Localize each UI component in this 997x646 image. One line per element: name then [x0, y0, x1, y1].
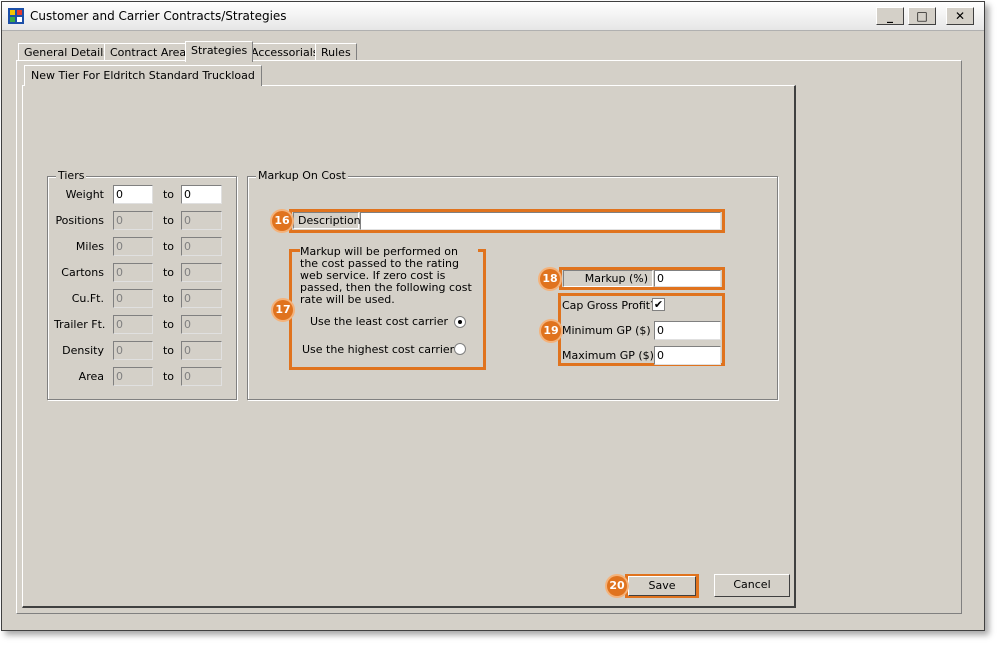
cap-gross-profit-label: Cap Gross Profit?: [562, 299, 656, 312]
min-gp-input[interactable]: [654, 321, 721, 340]
cap-gross-profit-checkbox[interactable]: ✔: [652, 298, 665, 311]
tier-from-input[interactable]: [113, 289, 153, 308]
tier-to-input[interactable]: [181, 315, 222, 334]
markup-legend: Markup On Cost: [256, 169, 348, 182]
tier-label: Cu.Ft.: [71, 292, 104, 305]
tier-to-label: to: [162, 240, 174, 253]
tier-to-label: to: [162, 344, 174, 357]
radio-selected-dot: [458, 320, 462, 324]
callout-badge-18: 18: [540, 269, 560, 289]
tier-to-input[interactable]: [181, 185, 222, 204]
callout-badge-16: 16: [272, 211, 292, 231]
description-input[interactable]: [360, 212, 721, 230]
tier-to-input[interactable]: [181, 341, 222, 360]
tier-to-input[interactable]: [181, 237, 222, 256]
tiers-legend: Tiers: [56, 169, 87, 182]
tier-to-label: to: [162, 214, 174, 227]
tab-rules[interactable]: Rules: [315, 43, 357, 61]
tier-to-label: to: [162, 266, 174, 279]
main-window: Customer and Carrier Contracts/Strategie…: [1, 1, 985, 631]
tier-label: Area: [78, 370, 104, 383]
tier-from-input[interactable]: [113, 237, 153, 256]
tier-to-label: to: [162, 318, 174, 331]
tier-to-input[interactable]: [181, 263, 222, 282]
tier-label: Cartons: [61, 266, 104, 279]
close-button[interactable]: ✕: [946, 7, 974, 25]
window-title: Customer and Carrier Contracts/Strategie…: [30, 9, 287, 23]
callout-badge-19: 19: [541, 321, 561, 341]
tier-from-input[interactable]: [113, 367, 153, 386]
markup-pct-input[interactable]: [654, 270, 721, 287]
tier-label: Density: [62, 344, 104, 357]
callout-badge-20: 20: [607, 576, 627, 596]
markup-pct-label: Markup (%): [563, 270, 653, 287]
highest-cost-radio[interactable]: [454, 343, 466, 355]
tier-from-input[interactable]: [113, 341, 153, 360]
tab-general-details[interactable]: General Details: [18, 43, 115, 61]
max-gp-label: Maximum GP ($): [562, 349, 654, 362]
tier-to-label: to: [162, 188, 174, 201]
tier-to-input[interactable]: [181, 367, 222, 386]
callout-badge-17: 17: [273, 300, 293, 320]
tab-contract-areas[interactable]: Contract Areas: [104, 43, 198, 61]
tier-label: Weight: [65, 188, 104, 201]
tier-from-input[interactable]: [113, 263, 153, 282]
tab-new-tier[interactable]: New Tier For Eldritch Standard Truckload: [24, 65, 262, 86]
maximize-button[interactable]: □: [908, 7, 936, 25]
tier-to-label: to: [162, 370, 174, 383]
tier-to-input[interactable]: [181, 211, 222, 230]
highest-cost-label: Use the highest cost carrier: [302, 343, 455, 356]
tier-label: Positions: [55, 214, 104, 227]
tier-label: Miles: [75, 240, 104, 253]
minimize-button[interactable]: _: [876, 7, 904, 25]
tier-from-input[interactable]: [113, 211, 153, 230]
markup-info-text: Markup will be performed on the cost pas…: [300, 246, 478, 306]
tier-from-input[interactable]: [113, 185, 153, 204]
least-cost-label: Use the least cost carrier: [309, 315, 448, 328]
max-gp-input[interactable]: [654, 346, 721, 365]
description-label: Description: [293, 212, 361, 229]
cancel-button[interactable]: Cancel: [714, 574, 790, 597]
title-bar[interactable]: Customer and Carrier Contracts/Strategie…: [2, 2, 984, 31]
tier-to-input[interactable]: [181, 289, 222, 308]
tab-accessorials[interactable]: Accessorials: [245, 43, 325, 61]
app-icon: [8, 8, 24, 24]
tier-label: Trailer Ft.: [54, 318, 106, 331]
tab-strategies[interactable]: Strategies: [185, 41, 254, 62]
save-button[interactable]: Save: [628, 576, 696, 596]
tier-from-input[interactable]: [113, 315, 153, 334]
tier-to-label: to: [162, 292, 174, 305]
min-gp-label: Minimum GP ($): [562, 324, 651, 337]
least-cost-radio[interactable]: [454, 316, 466, 328]
